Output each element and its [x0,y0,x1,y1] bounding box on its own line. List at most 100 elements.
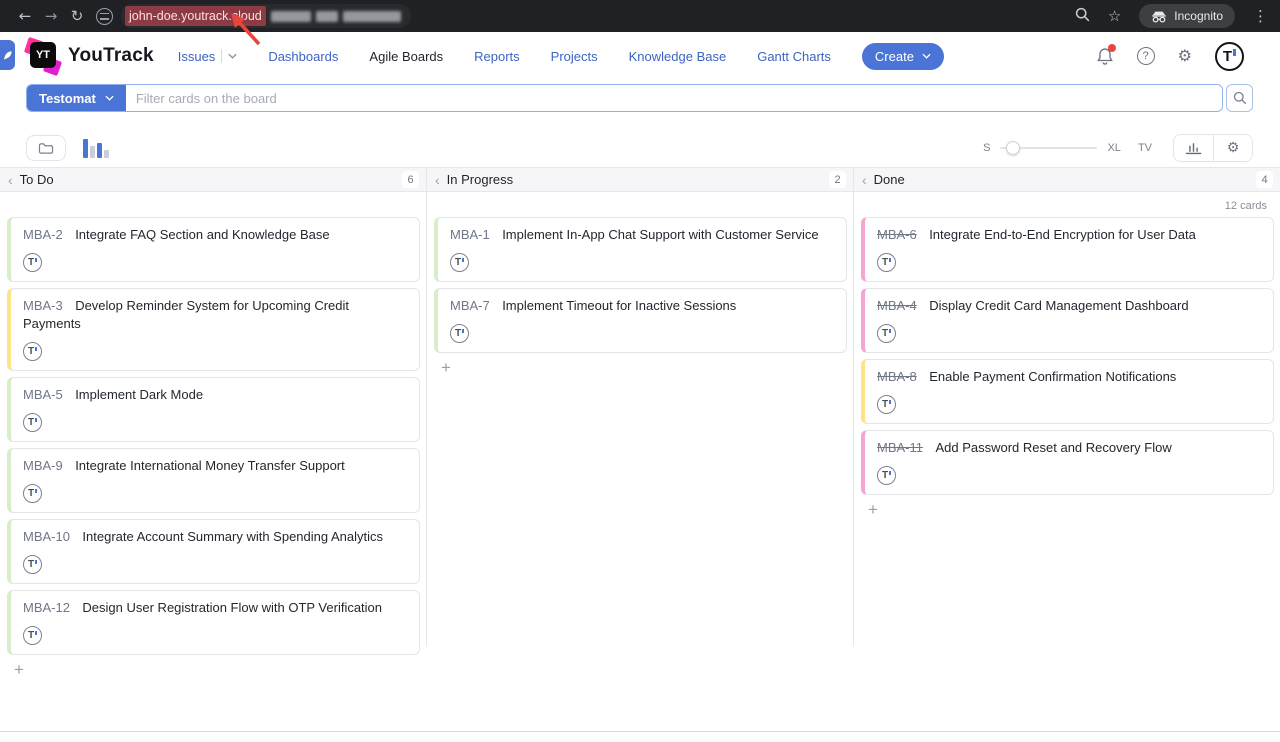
issue-card[interactable]: MBA-10 Integrate Account Summary with Sp… [7,519,420,584]
avatar-mark [35,489,37,493]
chart-button[interactable] [1174,135,1213,161]
issue-title: Display Credit Card Management Dashboard [929,298,1188,313]
issue-id[interactable]: MBA-1 [450,227,490,242]
redacted-url-segment [271,11,311,22]
youtrack-logo[interactable]: YT [28,40,60,72]
column-count-badge: 2 [829,171,846,188]
issue-id[interactable]: MBA-6 [877,227,917,242]
zoom-search-icon[interactable] [1075,7,1090,25]
incognito-badge[interactable]: Incognito [1139,4,1235,28]
issue-id[interactable]: MBA-10 [23,529,70,544]
header-icons: ? ⚙ T [1096,42,1244,71]
search-button[interactable] [1226,84,1253,112]
avatar-mark [889,258,891,262]
issue-card[interactable]: MBA-3 Develop Reminder System for Upcomi… [7,288,420,371]
issue-title: Implement In-App Chat Support with Custo… [502,227,818,242]
issue-card[interactable]: MBA-7 Implement Timeout for Inactive Ses… [434,288,847,353]
slider-knob[interactable] [1006,141,1020,155]
board-selector-button[interactable]: Testomat [27,85,126,111]
issue-id[interactable]: MBA-2 [23,227,63,242]
address-bar[interactable]: john-doe.youtrack.cloud [121,4,411,28]
issue-card[interactable]: MBA-9 Integrate International Money Tran… [7,448,420,513]
nav-gantt-charts[interactable]: Gantt Charts [757,49,831,64]
assignee-avatar: T [23,626,42,645]
avatar-mark [35,258,37,262]
url-text[interactable]: john-doe.youtrack.cloud [125,6,266,26]
reload-icon[interactable]: ↻ [64,7,90,25]
back-icon[interactable]: ← [12,7,38,25]
nav-knowledge-base[interactable]: Knowledge Base [629,49,727,64]
issue-title: Integrate Account Summary with Spending … [82,529,383,544]
tv-mode-button[interactable]: TV [1138,142,1152,154]
help-icon[interactable]: ? [1137,47,1155,65]
browser-menu-icon[interactable]: ⋮ [1253,9,1268,24]
user-avatar[interactable]: T [1215,42,1244,71]
issue-id[interactable]: MBA-8 [877,369,917,384]
add-card-button[interactable]: + [441,359,455,376]
card-size-large-label: XL [1107,142,1120,154]
issue-title: Design User Registration Flow with OTP V… [82,600,382,615]
notification-dot [1108,44,1116,52]
projects-folder-button[interactable] [26,135,66,161]
nav-agile-boards[interactable]: Agile Boards [369,49,443,64]
youtrack-logo-mark: YT [30,42,56,68]
board-controls: S XL TV ⚙ [26,135,1253,161]
issue-id[interactable]: MBA-4 [877,298,917,313]
collapse-column-icon[interactable]: ‹ [8,173,13,187]
collapse-column-icon[interactable]: ‹ [862,173,867,187]
add-card-button[interactable]: + [868,501,882,518]
column-header-done: ‹ Done 4 [853,168,1280,191]
issue-card[interactable]: MBA-2 Integrate FAQ Section and Knowledg… [7,217,420,282]
board-settings-button[interactable]: ⚙ [1213,135,1252,161]
avatar-mark [1233,49,1236,56]
add-card-button[interactable]: + [14,661,28,678]
avatar-mark [35,631,37,635]
issue-card[interactable]: MBA-5 Implement Dark Mode T [7,377,420,442]
bookmark-star-icon[interactable]: ☆ [1108,9,1121,24]
column-name: To Do [20,172,54,187]
chevron-down-icon[interactable] [228,53,237,59]
board-filter-bar: Testomat [26,84,1253,112]
avatar-mark [889,329,891,333]
issue-card[interactable]: MBA-12 Design User Registration Flow wit… [7,590,420,655]
avatar-letter: T [28,417,34,428]
nav-issues-label: Issues [178,49,216,64]
issue-id[interactable]: MBA-7 [450,298,490,313]
column-name: Done [874,172,905,187]
nav-issues[interactable]: Issues [178,49,238,64]
incognito-label: Incognito [1174,9,1223,23]
settings-gear-icon[interactable]: ⚙ [1178,48,1192,64]
gear-icon: ⚙ [1227,141,1240,155]
issue-title: Develop Reminder System for Upcoming Cre… [23,298,349,331]
issue-card[interactable]: MBA-1 Implement In-App Chat Support with… [434,217,847,282]
chevron-down-icon [105,95,114,101]
issue-id[interactable]: MBA-9 [23,458,63,473]
create-button[interactable]: Create [862,43,944,70]
youtrack-app: YT YouTrack Issues Dashboards Agile Boar… [0,32,1280,742]
issue-card[interactable]: MBA-6 Integrate End-to-End Encryption fo… [861,217,1274,282]
agile-board: 12 cards MBA-2 Integrate FAQ Section and… [0,192,1280,646]
bottom-divider [0,731,1280,732]
issue-card[interactable]: MBA-11 Add Password Reset and Recovery F… [861,430,1274,495]
issue-id[interactable]: MBA-3 [23,298,63,313]
issue-id[interactable]: MBA-12 [23,600,70,615]
forward-icon[interactable]: → [38,7,64,25]
extension-sidetab[interactable] [0,40,15,70]
filter-input[interactable] [126,85,1222,111]
column-count-badge: 6 [402,171,419,188]
issue-title: Implement Timeout for Inactive Sessions [502,298,736,313]
issue-id[interactable]: MBA-5 [23,387,63,402]
avatar-letter: T [882,328,888,339]
site-settings-icon[interactable] [96,8,113,25]
nav-reports[interactable]: Reports [474,49,520,64]
issue-card[interactable]: MBA-8 Enable Payment Confirmation Notifi… [861,359,1274,424]
issue-id[interactable]: MBA-11 [877,440,923,455]
issue-card[interactable]: MBA-4 Display Credit Card Management Das… [861,288,1274,353]
chart-view-toggle-icon[interactable] [83,139,109,158]
notifications-bell-icon[interactable] [1096,47,1114,66]
nav-projects[interactable]: Projects [551,49,598,64]
collapse-column-icon[interactable]: ‹ [435,173,440,187]
card-size-slider[interactable] [1000,141,1097,155]
avatar-letter: T [882,257,888,268]
nav-dashboards[interactable]: Dashboards [268,49,338,64]
